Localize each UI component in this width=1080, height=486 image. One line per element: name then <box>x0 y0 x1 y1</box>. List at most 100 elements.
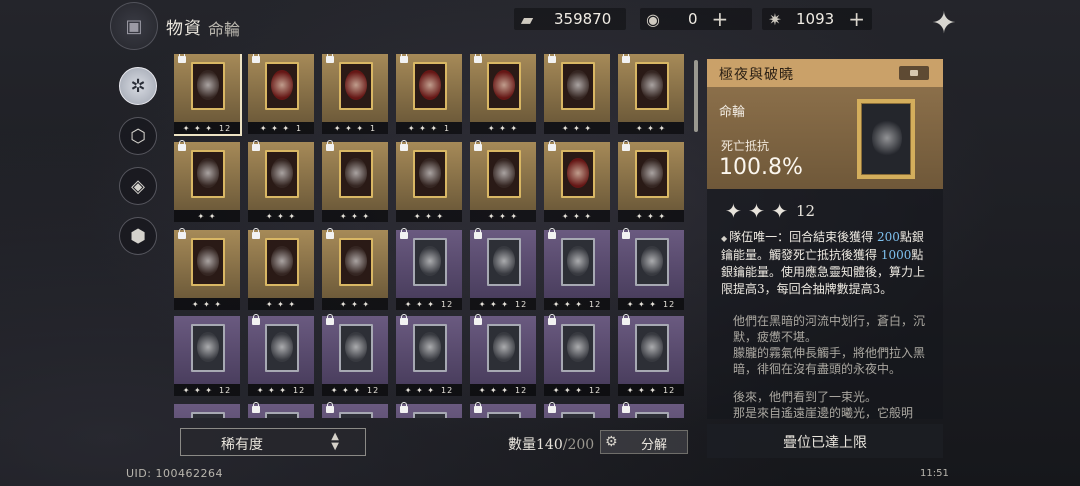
card-slot[interactable]: ✦ ✦ ✦ <box>322 228 388 310</box>
card-slot[interactable] <box>470 402 536 418</box>
card-slot[interactable]: ✦ ✦ ✦ <box>174 228 240 310</box>
card-art <box>567 332 589 362</box>
nav-cube-button[interactable]: ⬢ <box>119 217 157 255</box>
detail-summary: 命輪 死亡抵抗 100.8% <box>707 87 943 189</box>
card-slot[interactable]: ✦ ✦ ✦ 12 <box>396 314 462 396</box>
nav-compass-button[interactable]: ◈ <box>119 167 157 205</box>
quantity-max: /200 <box>562 437 595 453</box>
card-image <box>413 62 447 110</box>
effect-part: 隊伍唯一：回合結束後獲得 <box>729 230 874 244</box>
card-slot[interactable] <box>248 402 314 418</box>
grid-scrollbar[interactable] <box>694 60 698 132</box>
resource-ticket: ▰ 359870 <box>514 6 611 32</box>
card-footer: ✦ ✦ ✦ <box>322 210 388 222</box>
wheel-icon: ✲ <box>130 75 146 97</box>
card-image <box>265 238 299 286</box>
compass-star-icon[interactable]: ✦ <box>924 4 964 44</box>
card-slot[interactable]: ✦ ✦ ✦ 12 <box>618 314 684 396</box>
card-slot[interactable]: ✦ ✦ ✦ 1 <box>322 54 388 134</box>
card-background <box>248 142 314 210</box>
card-slot[interactable]: ✦ ✦ ✦ 12 <box>470 228 536 310</box>
backpack-emblem-icon[interactable]: ▣ <box>110 2 158 50</box>
add-chest-button[interactable]: + <box>712 7 729 31</box>
sort-dropdown[interactable]: 稀有度 ▲ ▼ <box>180 428 366 456</box>
card-image <box>635 150 669 198</box>
card-slot[interactable]: ✦ ✦ ✦ 1 <box>396 54 462 134</box>
card-name: 極夜與破曉 <box>719 67 794 83</box>
card-slot[interactable]: ✦ ✦ ✦ <box>544 54 610 134</box>
card-background <box>396 54 462 122</box>
quantity-count: 數量140/200 <box>508 434 594 454</box>
card-footer: ✦ ✦ ✦ 12 <box>396 384 462 396</box>
card-slot[interactable] <box>544 402 610 418</box>
cube-icon: ⬢ <box>130 225 146 247</box>
card-slot[interactable]: ✦ ✦ ✦ <box>618 54 684 134</box>
card-art <box>197 70 219 100</box>
card-footer: ✦ ✦ ✦ <box>248 210 314 222</box>
decompose-button[interactable]: ⚙ 分解 <box>600 430 688 454</box>
card-image <box>191 150 225 198</box>
card-background <box>618 54 684 122</box>
card-stars: ✦ ✦ ✦ <box>413 211 445 221</box>
detail-panel: 極夜與破曉 命輪 死亡抵抗 100.8% ✦ ✦ ✦ 12 ◆ 隊伍唯一：回合結束… <box>707 59 943 419</box>
card-footer: ✦ ✦ ✦ 12 <box>544 298 610 310</box>
flavor-line: 朦朧的霧氣伸長觸手，將他們拉入黑暗，徘徊在沒有盡頭的永夜中。 <box>733 346 926 376</box>
card-slot[interactable]: ✦ ✦ <box>174 140 240 222</box>
card-image <box>635 324 669 372</box>
card-count: 12 <box>515 299 528 309</box>
card-slot[interactable]: ✦ ✦ ✦ 12 <box>618 228 684 310</box>
card-slot[interactable]: ✦ ✦ ✦ <box>618 140 684 222</box>
card-count: 12 <box>293 385 306 395</box>
lock-icon <box>252 314 260 325</box>
card-stars: ✦ ✦ ✦ <box>404 385 435 395</box>
stack-limit-button[interactable]: 疊位已達上限 <box>707 424 943 458</box>
add-spark-button[interactable]: + <box>848 7 865 31</box>
lock-icon <box>400 228 408 239</box>
card-stars: ✦ ✦ ✦ <box>404 299 435 309</box>
nav-wheel-button[interactable]: ✲ <box>119 67 157 105</box>
card-footer: ✦ ✦ ✦ 12 <box>544 384 610 396</box>
card-slot[interactable]: ✦ ✦ ✦ <box>248 228 314 310</box>
card-count: 12 <box>219 385 232 395</box>
card-slot[interactable] <box>322 402 388 418</box>
card-stars: ✦ ✦ ✦ <box>339 299 371 309</box>
lock-icon <box>252 54 260 63</box>
card-slot[interactable]: ✦ ✦ ✦ 12 <box>544 228 610 310</box>
card-image <box>191 324 225 372</box>
card-stars: ✦ ✦ ✦ <box>561 211 593 221</box>
lock-icon <box>622 54 630 63</box>
lock-icon <box>400 54 408 63</box>
card-slot[interactable]: ✦ ✦ ✦ <box>322 140 388 222</box>
lock-toggle-button[interactable] <box>899 66 929 80</box>
card-footer: ✦ ✦ ✦ 12 <box>618 298 684 310</box>
card-slot[interactable]: ✦ ✦ ✦ <box>544 140 610 222</box>
nav-hexagon-button[interactable]: ⬡ <box>119 117 157 155</box>
lock-icon <box>474 140 482 151</box>
card-slot[interactable]: ✦ ✦ ✦ 12 <box>174 316 240 396</box>
card-footer: ✦ ✦ ✦ 12 <box>396 298 462 310</box>
card-slot[interactable] <box>396 402 462 418</box>
card-image <box>339 324 373 372</box>
card-slot[interactable]: ✦ ✦ ✦ <box>248 140 314 222</box>
resource-spark: ✷ 1093 + <box>762 6 865 32</box>
card-footer: ✦ ✦ ✦ 12 <box>174 384 240 396</box>
card-slot[interactable]: ✦ ✦ ✦ <box>470 54 536 134</box>
resource-value: 0 <box>688 10 698 28</box>
card-slot[interactable]: ✦ ✦ ✦ 12 <box>322 314 388 396</box>
card-slot[interactable]: ✦ ✦ ✦ 12 <box>174 54 242 136</box>
card-slot[interactable]: ✦ ✦ ✦ 12 <box>544 314 610 396</box>
card-slot[interactable]: ✦ ✦ ✦ 12 <box>470 314 536 396</box>
card-stars: ✦ ✦ ✦ <box>256 385 287 395</box>
card-footer: ✦ ✦ ✦ 12 <box>174 122 240 134</box>
card-slot[interactable]: ✦ ✦ ✦ 12 <box>248 314 314 396</box>
card-slot[interactable] <box>174 404 240 418</box>
card-slot[interactable] <box>618 402 684 418</box>
card-footer: ✦ ✦ ✦ 1 <box>322 122 388 134</box>
card-slot[interactable]: ✦ ✦ ✦ 12 <box>396 228 462 310</box>
resource-chest: ◉ 0 + <box>640 6 728 32</box>
card-slot[interactable]: ✦ ✦ ✦ 1 <box>248 54 314 134</box>
card-footer: ✦ ✦ ✦ <box>396 210 462 222</box>
card-slot[interactable]: ✦ ✦ ✦ <box>470 140 536 222</box>
lock-icon <box>400 402 408 413</box>
card-slot[interactable]: ✦ ✦ ✦ <box>396 140 462 222</box>
